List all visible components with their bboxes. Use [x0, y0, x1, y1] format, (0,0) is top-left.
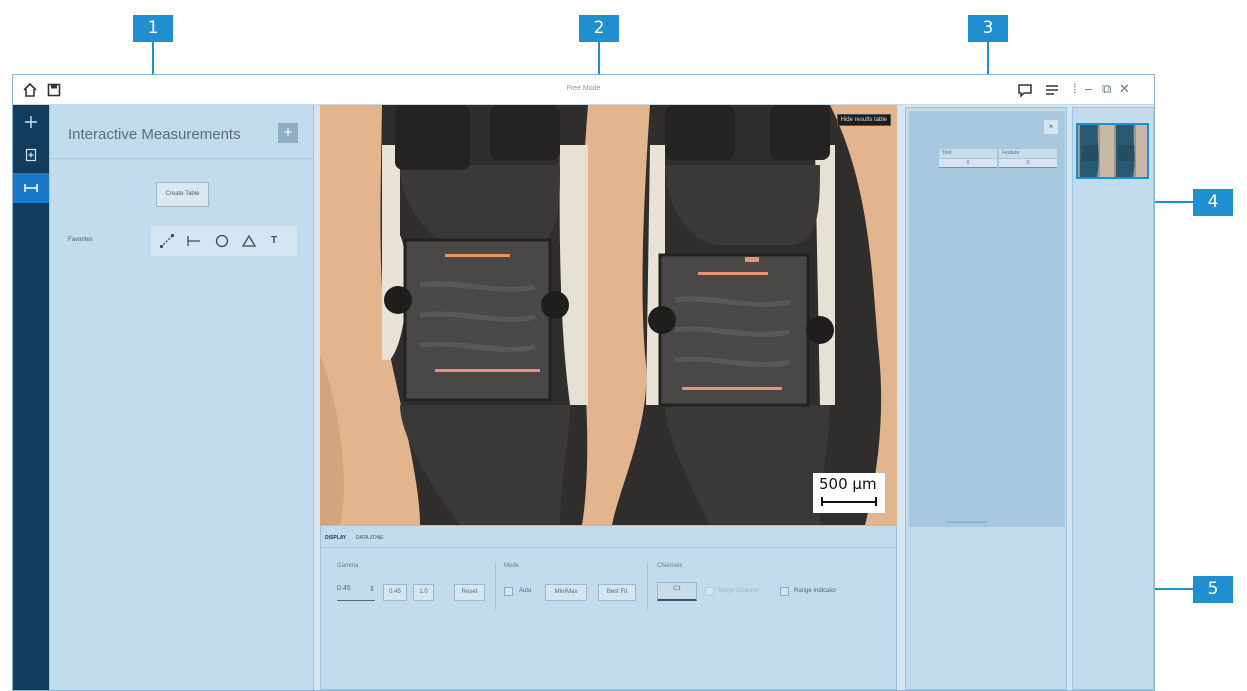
menu-icon[interactable] — [1044, 82, 1060, 98]
single-channel-label: Single Channel — [718, 588, 759, 594]
group-separator — [647, 562, 648, 610]
callout-5: 5 — [1193, 576, 1233, 603]
chat-icon[interactable] — [1017, 82, 1033, 98]
microscope-image — [320, 105, 897, 525]
gamma-045-button[interactable]: 0.45 — [383, 584, 407, 601]
distance-tool-icon[interactable] — [186, 233, 202, 249]
gamma-10-button[interactable]: 1.0 — [413, 584, 434, 601]
window-title: Free Mode — [566, 85, 601, 92]
text-tool-icon[interactable]: T — [271, 233, 287, 249]
callout-4: 4 — [1193, 189, 1233, 216]
angle-tool-icon[interactable] — [241, 233, 257, 249]
auto-label: Auto — [519, 588, 532, 594]
tab-data-zone[interactable]: DATA ZONE — [356, 535, 384, 541]
callout-3: 3 — [968, 15, 1008, 42]
application-window: Free Mode ⁞ – ⧉ ✕ Interactive Measuremen… — [12, 74, 1155, 691]
scale-tick-left — [821, 497, 823, 506]
single-channel-checkbox — [705, 587, 714, 596]
measure-icon — [24, 184, 38, 192]
restore-icon[interactable]: ⧉ — [1102, 81, 1111, 97]
group-separator — [495, 562, 496, 610]
results-table-area: × Tool Feature 0 0 — [909, 111, 1065, 527]
best-fit-button[interactable]: Best Fit — [598, 584, 636, 601]
spinner-icon[interactable]: ⇕ — [369, 585, 375, 593]
left-toolbar — [13, 105, 49, 690]
favorites-label: Favorites — [68, 237, 93, 243]
measurements-title: Interactive Measurements — [68, 126, 241, 143]
results-cell-feature: 0 — [999, 159, 1057, 168]
measurements-panel: Interactive Measurements + Create Table … — [49, 105, 314, 690]
close-results-button[interactable]: × — [1044, 120, 1058, 134]
image-viewer[interactable]: Hide results table 500 µm — [320, 105, 897, 525]
display-panel: DISPLAY DATA ZONE Gamma 0.45 ⇕ 0.45 1.0 … — [320, 525, 897, 690]
channels-label: Channels — [657, 563, 683, 569]
results-scroll-indicator — [947, 521, 987, 523]
results-cell-tool: 0 — [939, 159, 997, 168]
results-header-feature: Feature — [999, 149, 1057, 158]
channel-value: C1 — [673, 586, 681, 592]
min-max-button[interactable]: Min/Max — [545, 584, 587, 601]
gamma-input[interactable]: 0.45 ⇕ — [337, 585, 375, 601]
separator-icon: ⁞ — [1073, 81, 1077, 96]
results-table: Tool Feature 0 0 — [939, 149, 1057, 171]
add-tool-button[interactable] — [13, 107, 49, 137]
close-icon[interactable]: ✕ — [1119, 81, 1130, 97]
scale-tick-right — [875, 497, 877, 506]
callout-1: 1 — [133, 15, 173, 42]
range-indicator-checkbox[interactable] — [780, 587, 789, 596]
scale-line — [821, 501, 877, 503]
channel-select[interactable]: C1 — [657, 582, 697, 601]
gallery-panel — [1072, 107, 1154, 690]
add-measurement-button[interactable]: + — [278, 123, 298, 143]
gamma-label: Gamma — [337, 563, 359, 569]
hide-results-button[interactable]: Hide results table — [836, 114, 891, 126]
tab-display[interactable]: DISPLAY — [325, 535, 346, 541]
favorites-toolbar: T — [151, 226, 297, 256]
measurement-button[interactable] — [13, 173, 49, 203]
auto-checkbox[interactable] — [504, 587, 513, 596]
display-tabs: DISPLAY DATA ZONE — [321, 526, 896, 548]
screenshot-root: 1 2 3 4 5 Free Mode ⁞ – ⧉ ✕ Interactive … — [0, 0, 1247, 691]
title-bar: Free Mode ⁞ – ⧉ ✕ — [13, 75, 1154, 105]
plus-icon — [25, 116, 37, 128]
thumbnail-image — [1078, 125, 1147, 177]
import-button[interactable] — [13, 140, 49, 170]
circle-tool-icon[interactable] — [214, 233, 230, 249]
mode-label: Mode — [504, 563, 520, 569]
document-add-icon — [25, 148, 37, 162]
line-tool-icon[interactable] — [159, 233, 175, 249]
minimize-icon[interactable]: – — [1085, 81, 1092, 96]
results-panel: × Tool Feature 0 0 — [905, 107, 1067, 690]
callout-2: 2 — [579, 15, 619, 42]
create-table-button[interactable]: Create Table — [156, 182, 209, 207]
scale-bar: 500 µm — [813, 473, 885, 513]
gamma-value: 0.45 — [337, 585, 351, 592]
range-indicator-label: Range Indicator — [794, 588, 837, 594]
measurements-header: Interactive Measurements + — [50, 105, 313, 159]
scale-label: 500 µm — [819, 475, 877, 493]
image-thumbnail[interactable] — [1076, 123, 1149, 179]
results-header-tool: Tool — [939, 149, 997, 158]
reset-button[interactable]: Reset — [454, 584, 485, 601]
